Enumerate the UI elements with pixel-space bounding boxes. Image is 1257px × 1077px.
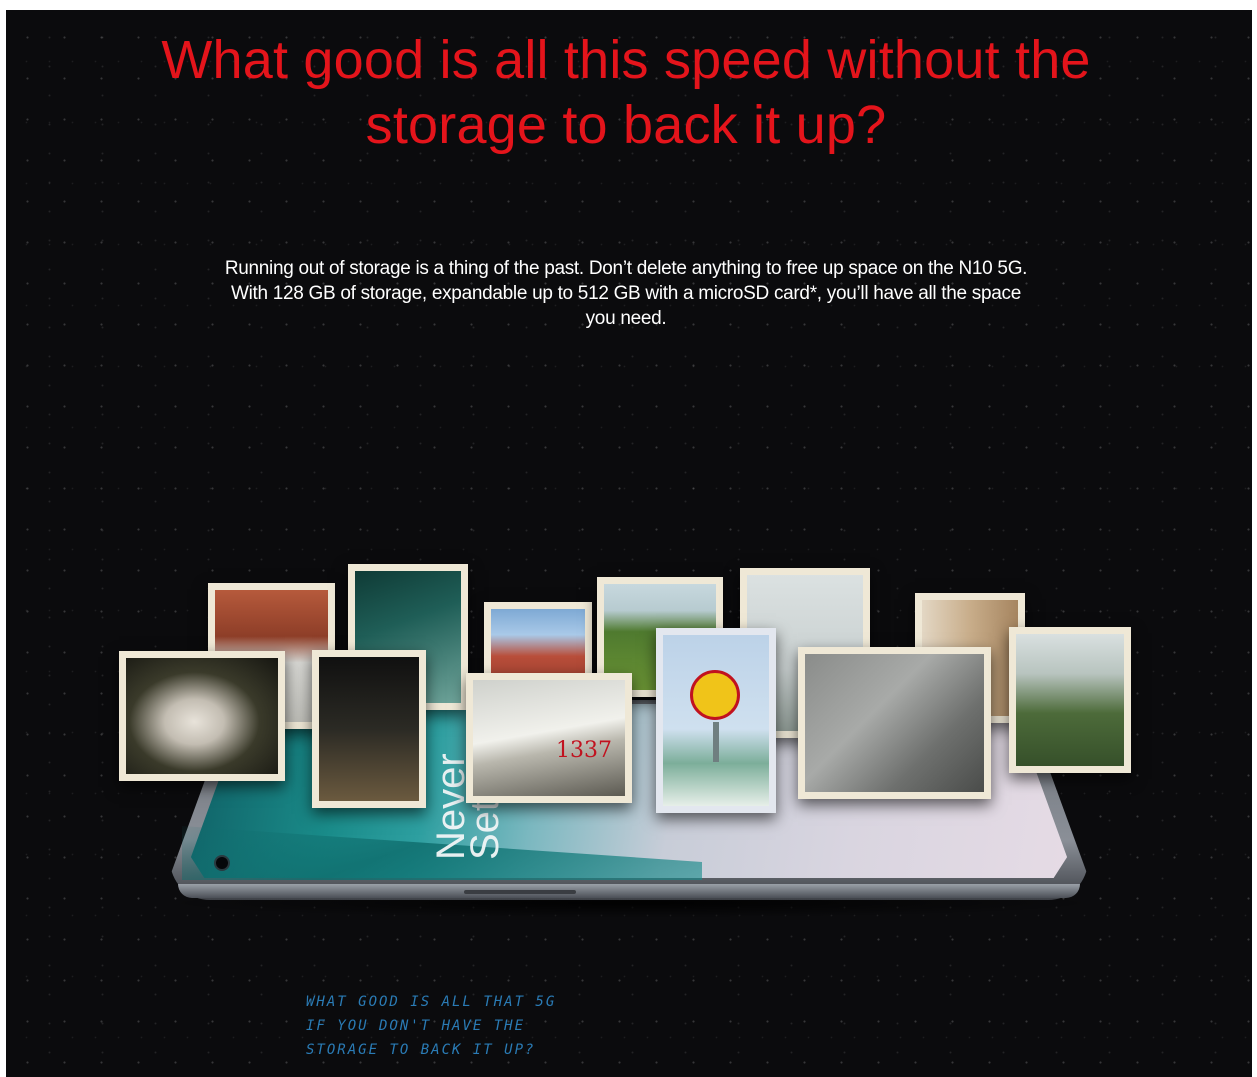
statue-night-photo xyxy=(119,651,285,781)
phone-edge xyxy=(178,884,1080,898)
phone-photos-illustration: Never Settle 1337 xyxy=(6,10,1252,1077)
handwritten-note: WHAT GOOD IS ALL THAT 5G IF YOU DON'T HA… xyxy=(306,990,556,1062)
green-park-photo xyxy=(1009,627,1131,773)
handwritten-line: WHAT GOOD IS ALL THAT 5G xyxy=(306,994,557,1010)
night-plants-photo xyxy=(312,650,426,808)
phone-side-slot xyxy=(464,890,576,894)
wall-number: 1337 xyxy=(556,738,612,763)
ring-side-sign-photo xyxy=(656,628,776,813)
handwritten-line: STORAGE TO BACK IT UP? xyxy=(306,1042,536,1058)
sign-post xyxy=(713,722,719,762)
front-camera xyxy=(214,855,230,871)
ring-side-sign xyxy=(690,670,740,720)
promo-panel: What good is all this speed without the … xyxy=(6,10,1252,1077)
sneakers-pavement-photo xyxy=(798,647,991,799)
handwritten-line: IF YOU DON'T HAVE THE xyxy=(306,1018,526,1034)
